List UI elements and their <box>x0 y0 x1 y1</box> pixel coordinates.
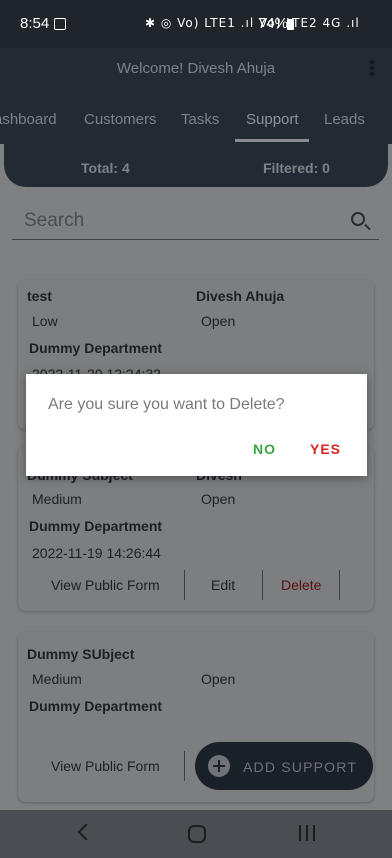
card-subject: Dummy SUbject <box>27 646 135 662</box>
card-status: Open <box>201 313 236 329</box>
card-priority: Medium <box>32 491 82 507</box>
search-bar <box>12 202 379 240</box>
edit-button[interactable]: Edit <box>211 577 235 593</box>
divider <box>262 570 263 600</box>
no-button[interactable]: NO <box>253 441 276 457</box>
total-count: Total: 4 <box>81 160 130 176</box>
search-icon[interactable] <box>351 212 365 226</box>
tab-tasks[interactable]: Tasks <box>181 111 219 128</box>
card-department: Dummy Department <box>29 698 163 714</box>
active-tab-indicator <box>235 139 309 142</box>
view-public-form-button[interactable]: View Public Form <box>51 577 160 593</box>
tab-dashboard[interactable]: ashboard <box>0 111 57 128</box>
gallery-notification-icon <box>54 18 66 30</box>
dialog-message: Are you sure you want to Delete? <box>48 396 285 413</box>
summary-bar: Total: 4 Filtered: 0 <box>4 144 388 187</box>
app-bar: Welcome! Divesh Ahuja <box>0 48 392 90</box>
back-icon[interactable] <box>77 823 95 841</box>
view-public-form-button[interactable]: View Public Form <box>51 758 160 774</box>
delete-button[interactable]: Delete <box>281 577 321 593</box>
status-time: 8:54 <box>20 15 50 32</box>
tab-leads[interactable]: Leads <box>324 111 365 128</box>
card-priority: Medium <box>32 671 82 687</box>
add-support-label: ADD SUPPORT <box>243 759 358 775</box>
card-actions: View Public Form Edit Delete <box>18 570 374 600</box>
filtered-count: Filtered: 0 <box>263 160 330 176</box>
card-department: Dummy Department <box>29 340 163 356</box>
card-priority: Low <box>32 313 58 329</box>
battery-icon <box>287 19 294 30</box>
tab-bar: ashboard Customers Tasks Support Leads <box>0 90 392 144</box>
plus-icon <box>208 755 230 777</box>
status-bar: 8:54 ✱ ◎ Vo) LTE1 .ıl Vo) LTE2 4G .ıl 74… <box>0 0 392 48</box>
card-date: 2022-11-19 14:26:44 <box>32 545 161 561</box>
tab-support[interactable]: Support <box>246 111 299 128</box>
home-icon[interactable] <box>188 825 206 843</box>
card-status: Open <box>201 491 236 507</box>
tab-customers[interactable]: Customers <box>84 111 157 128</box>
yes-button[interactable]: YES <box>310 441 341 457</box>
card-department: Dummy Department <box>29 518 163 534</box>
card-status: Open <box>201 671 236 687</box>
page-title: Welcome! Divesh Ahuja <box>116 60 276 77</box>
network-indicators: ✱ ◎ Vo) LTE1 .ıl Vo) LTE2 4G .ıl <box>145 16 360 30</box>
divider <box>184 570 185 600</box>
search-input[interactable] <box>24 210 324 232</box>
battery-level: 74% <box>258 15 289 32</box>
overflow-menu-icon[interactable] <box>370 60 374 78</box>
divider <box>339 570 340 600</box>
add-support-button[interactable]: ADD SUPPORT <box>195 742 373 790</box>
system-nav-bar <box>0 810 392 858</box>
divider <box>184 751 185 781</box>
card-assignee: Divesh Ahuja <box>196 288 285 304</box>
recent-apps-icon[interactable] <box>299 825 315 843</box>
delete-confirm-dialog: Are you sure you want to Delete? NO YES <box>26 374 367 476</box>
card-subject: test <box>27 288 52 304</box>
